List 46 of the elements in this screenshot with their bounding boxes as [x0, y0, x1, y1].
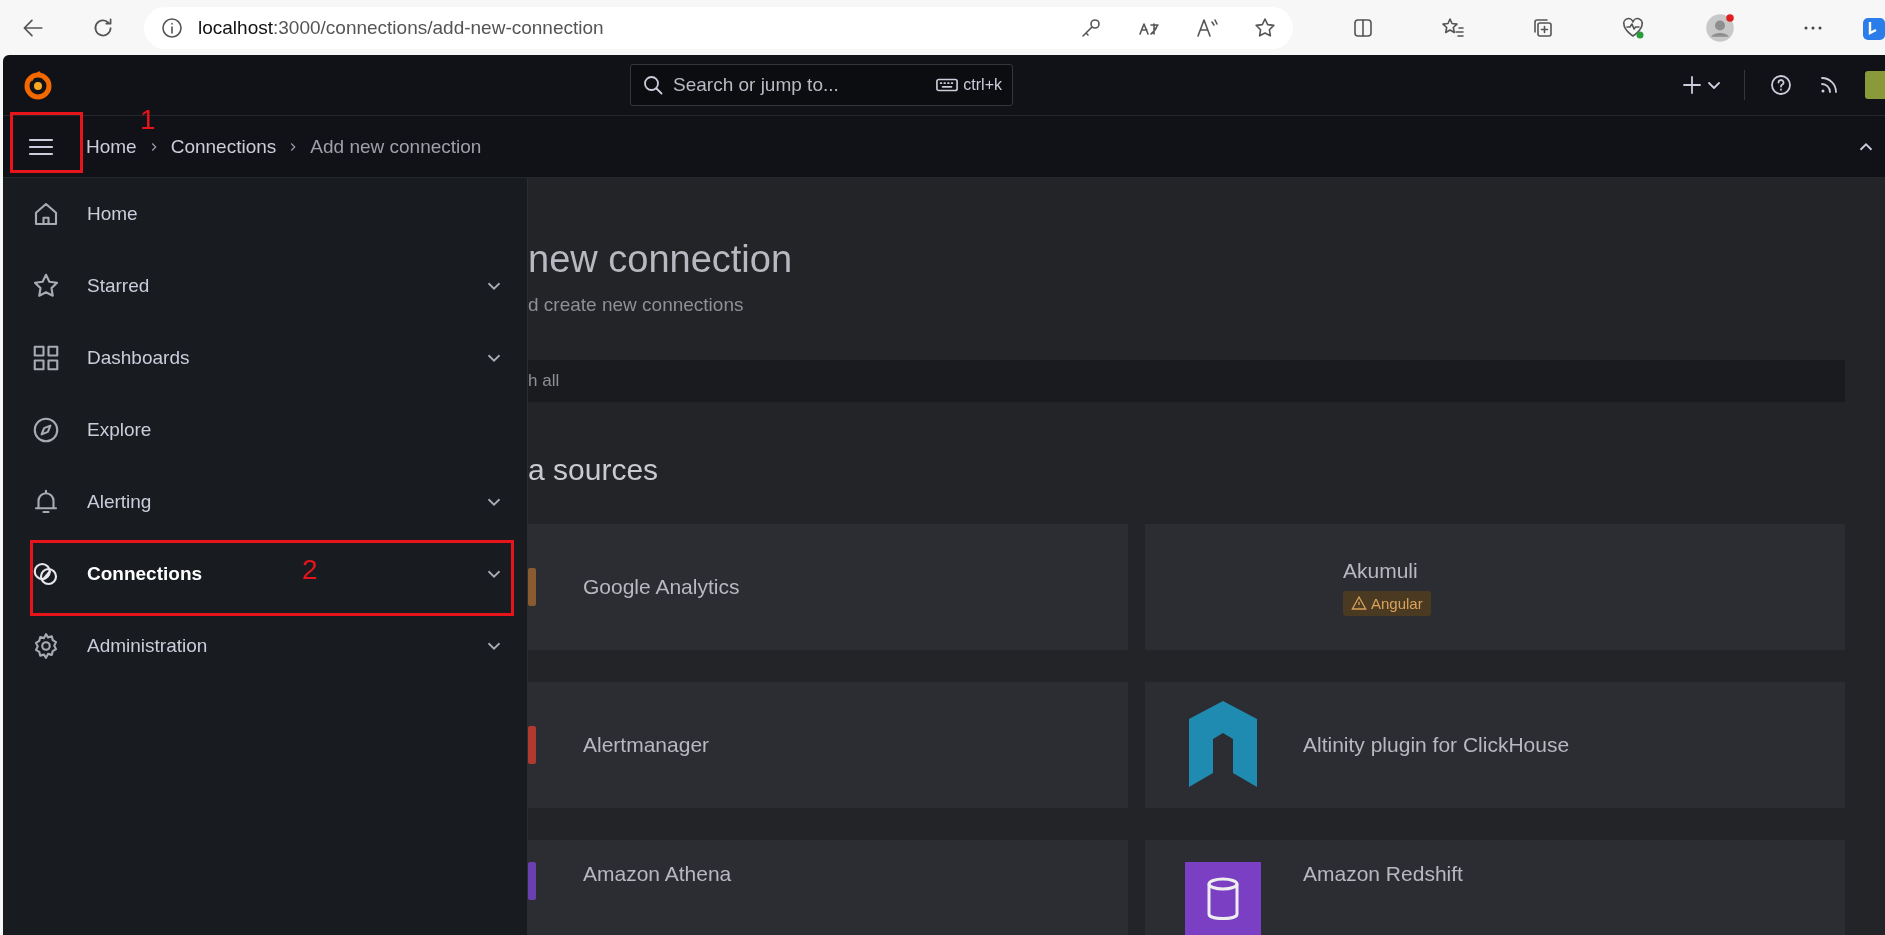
- data-source-card[interactable]: Amazon Athena: [528, 840, 1128, 935]
- menu-icon: [28, 136, 54, 157]
- star-icon[interactable]: [1253, 15, 1277, 40]
- help-icon[interactable]: [1769, 73, 1793, 97]
- compass-icon: [31, 415, 61, 445]
- logo-icon: [528, 862, 536, 900]
- breadcrumb-link[interactable]: Home: [86, 135, 137, 158]
- annotation-number: 2: [302, 555, 318, 585]
- database-logo-icon: [1185, 862, 1261, 935]
- nav-item[interactable]: Alerting: [87, 491, 152, 513]
- data-source-card[interactable]: Alertmanager: [528, 682, 1128, 808]
- shortcut-hint: ctrl+k: [963, 76, 1002, 94]
- search-icon: [641, 73, 665, 97]
- warning-icon: [1351, 595, 1367, 611]
- warning-badge: Angular: [1343, 590, 1431, 616]
- caret-icon: [1708, 81, 1720, 89]
- profile-avatar-icon[interactable]: [1705, 12, 1735, 43]
- breadcrumb-link[interactable]: Add new connection: [310, 135, 482, 158]
- add-button[interactable]: [1680, 73, 1720, 97]
- info-icon[interactable]: [160, 15, 184, 40]
- favorites-icon[interactable]: [1441, 15, 1465, 40]
- data-source-card[interactable]: Amazon Redshift: [1145, 840, 1845, 935]
- url-text: localhost:3000/connections/add-new-connection: [198, 16, 604, 39]
- nav-item[interactable]: Connections: [87, 563, 203, 585]
- data-source-card[interactable]: Google Analytics: [528, 524, 1128, 650]
- page-subtitle: d create new connections: [528, 293, 745, 317]
- logo-icon: [528, 568, 536, 606]
- nav-item[interactable]: Administration: [87, 635, 208, 657]
- grid-icon: [31, 343, 61, 373]
- section-title: a sources: [528, 452, 660, 488]
- address-bar[interactable]: localhost:3000/connections/add-new-connection: [144, 6, 1293, 49]
- keyboard-icon: [936, 77, 959, 93]
- breadcrumb-link[interactable]: Connections: [170, 135, 277, 158]
- nav-item[interactable]: Starred: [87, 275, 150, 297]
- page-title: new connection: [528, 237, 794, 282]
- nav-item[interactable]: Dashboards: [87, 347, 190, 369]
- heart-pulse-icon[interactable]: [1621, 15, 1645, 40]
- nav-item[interactable]: Explore: [87, 419, 152, 441]
- logo-icon: [528, 726, 536, 764]
- data-source-card[interactable]: Altinity plugin for ClickHouse: [1145, 682, 1845, 808]
- annotation-number: 1: [140, 105, 156, 135]
- data-source-card[interactable]: Akumuli Angular: [1145, 524, 1845, 650]
- plus-icon: [1680, 73, 1704, 97]
- search-field[interactable]: Search or jump to... ctrl+k: [630, 64, 1013, 106]
- search-field[interactable]: h all: [528, 360, 1845, 402]
- nav-item[interactable]: Home: [87, 203, 138, 225]
